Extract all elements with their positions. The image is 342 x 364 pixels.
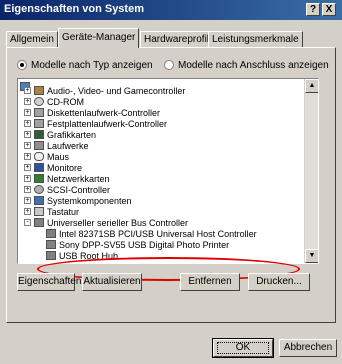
expander-icon[interactable]: + [24,142,31,149]
remove-button[interactable]: Entfernen [180,273,240,291]
expander-icon[interactable]: - [24,219,31,226]
system-properties-window: Eigenschaften von System ? X Allgemein G… [0,0,342,364]
tree-item-usb-controller[interactable]: - Universeller serieller Bus Controller [24,217,188,228]
title-bar[interactable]: Eigenschaften von System ? X [0,0,342,20]
tree-item-keyboard[interactable]: + Tastatur [24,206,79,217]
tree-item-label: Audio-, Video- und Gamecontroller [47,85,186,96]
expander-icon[interactable]: + [24,109,31,116]
scroll-up-icon[interactable]: ▲ [305,79,318,93]
tree-item-label: Netzwerkkarten [47,173,110,184]
tree-item-floppy-controller[interactable]: + Diskettenlaufwerk-Controller [24,107,160,118]
print-button[interactable]: Drucken... [248,273,310,291]
expander-icon[interactable]: + [24,164,31,171]
drive-icon [34,141,44,150]
tree-item-label: Sony DPP-SV55 USB Digital Photo Printer [59,239,230,250]
tree-item-harddisk-controller[interactable]: + Festplattenlaufwerk-Controller [24,118,167,129]
expander-icon[interactable]: + [24,120,31,127]
tree-item-network[interactable]: + Netzwerkkarten [24,173,110,184]
expander-icon[interactable]: + [24,197,31,204]
harddisk-controller-icon [34,119,44,128]
floppy-controller-icon [34,108,44,117]
expander-icon[interactable]: + [24,131,31,138]
focus-rect [217,342,269,354]
tab-allgemein[interactable]: Allgemein [6,31,58,47]
scroll-down-icon[interactable]: ▼ [305,249,318,263]
tab-hardwareprofile[interactable]: Hardwareprofile [140,31,219,47]
tree-item-photo-printer[interactable]: Sony DPP-SV55 USB Digital Photo Printer [46,239,229,250]
tab-leistungsmerkmale[interactable]: Leistungsmerkmale [208,31,303,47]
cancel-button[interactable]: Abbrechen [279,339,337,357]
tree-item-label: Laufwerke [47,140,89,151]
close-button[interactable]: X [322,3,336,16]
tree-item-usb-host-controller[interactable]: Intel 82371SB PCI/USB Universal Host Con… [46,228,257,239]
tree-item-label: Universeller serieller Bus Controller [47,217,189,228]
usb-icon [46,229,56,238]
radio-by-connection[interactable] [164,60,174,70]
window-title: Eigenschaften von System [4,3,144,15]
display-adapter-icon [34,130,44,139]
tree-item-label: Grafikkarten [47,129,97,140]
tree-item-drives[interactable]: + Laufwerke [24,140,89,151]
expander-icon[interactable]: + [24,87,31,94]
scsi-icon [34,185,44,194]
refresh-button[interactable]: Aktualisieren [82,273,142,291]
tree-item-system[interactable]: + Systemkomponenten [24,195,132,206]
tree-item-label: Tastatur [47,206,80,217]
keyboard-icon [34,207,44,216]
expander-icon[interactable]: + [24,98,31,105]
tree-item-audio[interactable]: + Audio-, Video- und Gamecontroller [24,85,185,96]
expander-icon[interactable]: + [24,208,31,215]
expander-icon[interactable]: + [24,175,31,182]
tree-item-label: SCSI-Controller [47,184,111,195]
tree-item-label: Maus [47,151,70,162]
tree-item-scsi[interactable]: + SCSI-Controller [24,184,110,195]
view-by-connection-option[interactable]: Modelle nach Anschluss anzeigen [164,58,329,72]
tree-item-monitors[interactable]: + Monitore [24,162,82,173]
cdrom-icon [34,97,44,106]
tree-item-label: Monitore [47,162,83,173]
tree-item-usb-root-hub[interactable]: USB Root Hub [46,250,118,261]
network-card-icon [34,174,44,183]
speaker-icon [34,86,44,95]
view-by-type-option[interactable]: Modelle nach Typ anzeigen [17,58,153,72]
usb-icon [46,240,56,249]
tree-item-label: Festplattenlaufwerk-Controller [47,118,168,129]
monitor-icon [34,163,44,172]
ok-button[interactable]: OK [212,338,274,358]
expander-icon[interactable]: + [24,153,31,160]
tree-item-label: Systemkomponenten [47,195,132,206]
help-button[interactable]: ? [306,3,320,16]
tree-item-label: CD-ROM [47,96,84,107]
tree-item-mouse[interactable]: + Maus [24,151,69,162]
tree-item-display-adapter[interactable]: + Grafikkarten [24,129,96,140]
system-icon [34,196,44,205]
tree-item-label: USB Root Hub [59,250,119,261]
properties-button[interactable]: Eigenschaften [17,273,81,291]
tree-item-cdrom[interactable]: + CD-ROM [24,96,84,107]
usb-icon [46,251,56,260]
usb-icon [34,218,44,227]
radio-by-type[interactable] [17,60,27,70]
vertical-scrollbar[interactable]: ▲ ▼ [304,79,318,263]
view-by-connection-label: Modelle nach Anschluss anzeigen [178,59,329,71]
tab-geraete-manager[interactable]: Geräte-Manager [58,28,140,48]
view-by-type-label: Modelle nach Typ anzeigen [31,59,153,71]
device-tree[interactable]: + Audio-, Video- und Gamecontroller + CD… [17,78,319,264]
expander-icon[interactable]: + [24,186,31,193]
tree-item-label: Diskettenlaufwerk-Controller [47,107,161,118]
tree-item-label: Intel 82371SB PCI/USB Universal Host Con… [59,228,257,239]
mouse-icon [34,152,44,161]
